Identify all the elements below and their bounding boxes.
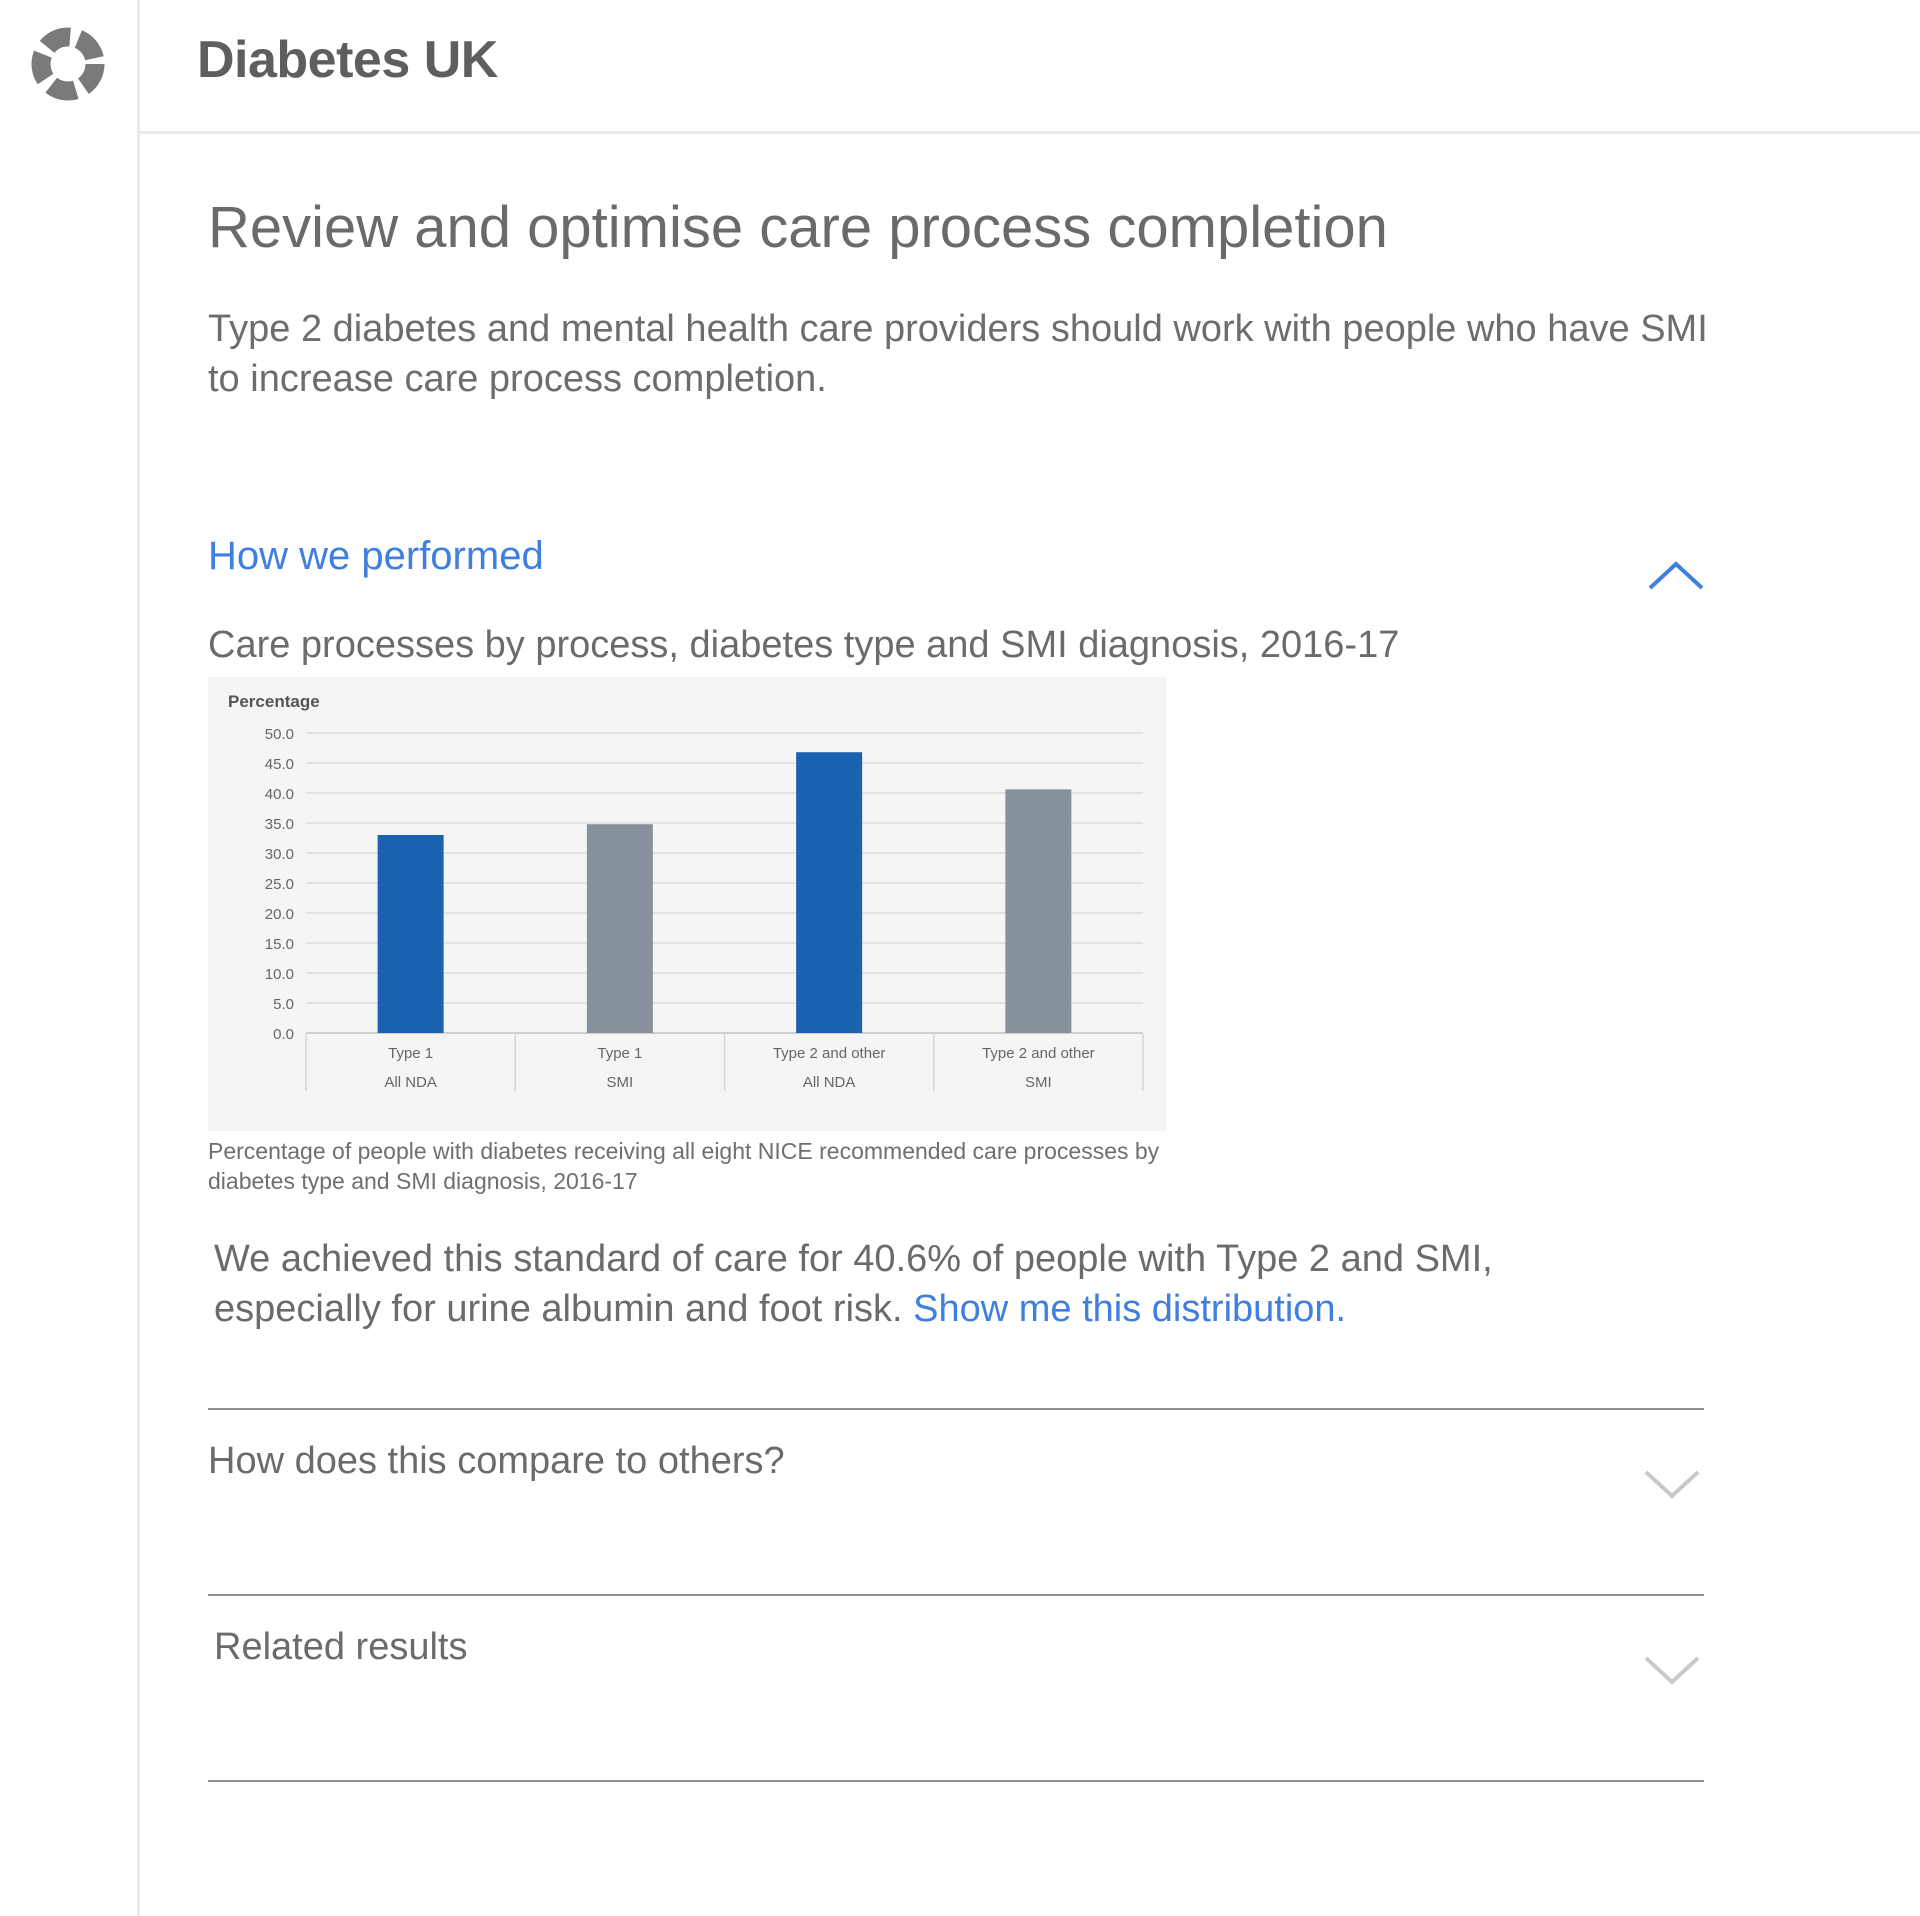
sidebar xyxy=(0,0,140,1916)
app-window: Diabetes UK Review and optimise care pro… xyxy=(0,0,1920,1916)
chevron-up-icon[interactable] xyxy=(1644,554,1708,594)
y-tick-label: 30.0 xyxy=(265,846,294,863)
y-tick-label: 25.0 xyxy=(265,876,294,893)
how-we-performed-label[interactable]: How we performed xyxy=(208,534,544,579)
chevron-down-icon[interactable] xyxy=(1640,1464,1704,1504)
brand-title: Diabetes UK xyxy=(197,31,498,89)
x-tick-label: Type 2 and other xyxy=(773,1045,886,1062)
chart-bar xyxy=(796,752,863,1033)
chart-bar xyxy=(1005,789,1072,1033)
x-tick-sublabel: SMI xyxy=(1025,1074,1052,1091)
chevron-down-icon[interactable] xyxy=(1640,1650,1704,1690)
page-intro: Type 2 diabetes and mental health care p… xyxy=(208,308,1708,400)
section-divider xyxy=(208,1408,1704,1410)
y-axis-label: Percentage xyxy=(228,692,320,711)
y-tick-label: 45.0 xyxy=(265,756,294,773)
top-bar: Diabetes UK xyxy=(0,0,1920,134)
x-tick-sublabel: All NDA xyxy=(803,1074,856,1091)
bar-chart: Percentage 0.0 5.0 10.0 15.0 20.0 25.0 30.0 35.0… xyxy=(208,677,1166,1131)
ring-logo-icon[interactable] xyxy=(28,24,108,104)
y-tick-label: 35.0 xyxy=(265,816,294,833)
y-tick-label: 40.0 xyxy=(265,786,294,803)
x-tick-sublabel: All NDA xyxy=(384,1074,437,1091)
y-tick-label: 0.0 xyxy=(273,1026,294,1043)
compare-accordion[interactable]: How does this compare to others? xyxy=(208,1440,1704,1560)
chart-svg: Percentage 0.0 5.0 10.0 15.0 20.0 25.0 30.0 35.0… xyxy=(228,692,1144,1091)
y-tick-label: 5.0 xyxy=(273,996,294,1013)
chart-bar xyxy=(377,835,444,1033)
compare-accordion-label[interactable]: How does this compare to others? xyxy=(208,1440,785,1483)
x-tick-label: Type 1 xyxy=(597,1045,642,1062)
chart-caption: Percentage of people with diabetes recei… xyxy=(208,1138,1160,1194)
x-tick-label: Type 1 xyxy=(388,1045,433,1062)
y-tick-label: 15.0 xyxy=(265,936,294,953)
related-results-accordion[interactable]: Related results xyxy=(208,1626,1704,1746)
how-we-performed-header[interactable]: How we performed xyxy=(208,534,1708,604)
section-divider xyxy=(208,1780,1704,1782)
page-title: Review and optimise care process complet… xyxy=(208,195,1388,260)
y-tick-label: 10.0 xyxy=(265,966,294,983)
chart-bar xyxy=(586,824,653,1033)
chart-title: Care processes by process, diabetes type… xyxy=(208,624,1400,666)
x-tick-label: Type 2 and other xyxy=(982,1045,1095,1062)
related-results-label[interactable]: Related results xyxy=(214,1626,467,1669)
show-distribution-link[interactable]: Show me this distribution. xyxy=(913,1288,1346,1330)
y-tick-label: 50.0 xyxy=(265,726,294,743)
performance-summary: We achieved this standard of care for 40… xyxy=(214,1234,1614,1334)
section-divider xyxy=(208,1594,1704,1596)
x-tick-sublabel: SMI xyxy=(607,1074,634,1091)
y-tick-label: 20.0 xyxy=(265,906,294,923)
